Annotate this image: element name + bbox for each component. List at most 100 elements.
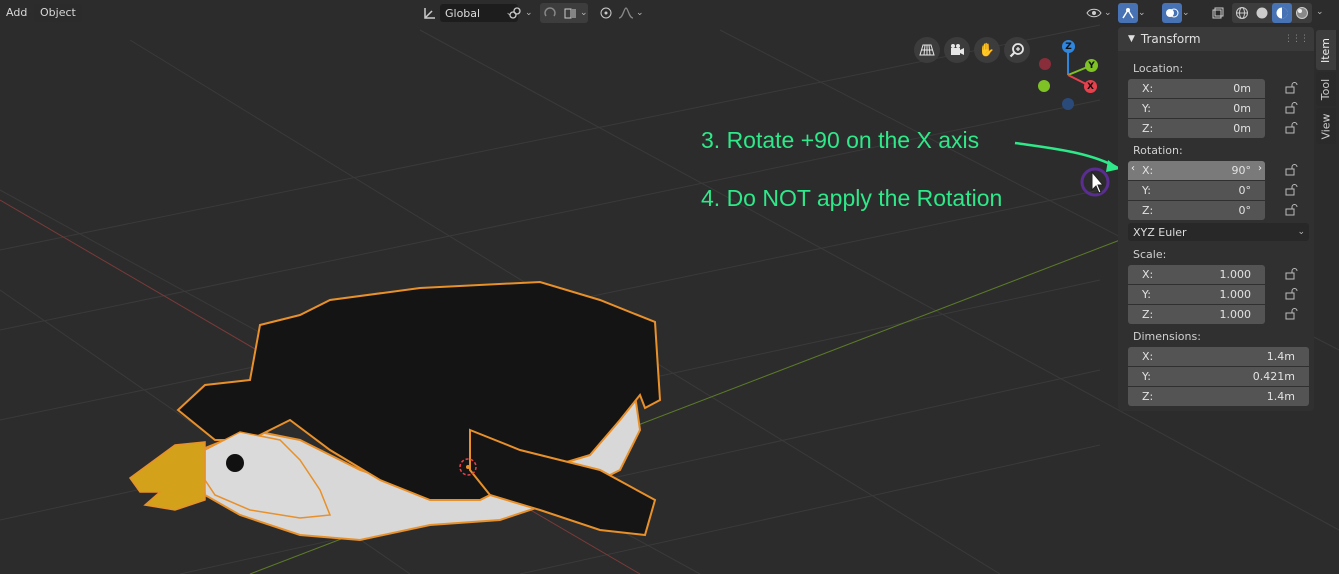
field-label: Y: xyxy=(1142,370,1151,383)
drag-grip-icon[interactable]: ⋮⋮⋮ xyxy=(1284,34,1309,44)
viewport-header: Add Object Global ⌄ ⌄ ⌄ ⌄ ⌄ ⌄ ⌄ ⌄ xyxy=(0,0,1339,26)
rotation-mode-value: XYZ Euler xyxy=(1133,225,1187,239)
field-label: Z: xyxy=(1142,390,1154,403)
camera-icon xyxy=(951,44,964,55)
dimensions-y-field[interactable]: Y: 0.421m xyxy=(1128,367,1309,386)
tab-tool-label: Tool xyxy=(1319,78,1333,100)
decrement-arrow-icon[interactable]: ‹ xyxy=(1131,163,1135,174)
negative-x-ball[interactable] xyxy=(1039,58,1051,70)
location-label: Location: xyxy=(1133,62,1184,75)
lock-icon[interactable] xyxy=(1285,288,1299,300)
tab-tool[interactable]: Tool xyxy=(1316,72,1336,106)
rotation-z-field[interactable]: Z: 0° xyxy=(1128,201,1265,220)
camera-view-button[interactable] xyxy=(944,37,970,63)
orientation-axes-icon xyxy=(420,3,440,23)
field-value: 1.000 xyxy=(1219,288,1252,301)
negative-y-ball[interactable] xyxy=(1038,80,1050,92)
penguin-model[interactable] xyxy=(128,280,662,542)
dimensions-z-field[interactable]: Z: 1.4m xyxy=(1128,387,1309,406)
wireframe-shading-icon[interactable] xyxy=(1232,3,1252,23)
increment-arrow-icon[interactable]: › xyxy=(1258,163,1262,174)
rotation-x-field[interactable]: ‹ X: 90° › xyxy=(1128,161,1265,180)
field-value: 1.4m xyxy=(1266,350,1295,363)
tab-view-label: View xyxy=(1319,112,1333,140)
pan-view-button[interactable]: ✋ xyxy=(974,37,1000,63)
chevron-down-icon: ⌄ xyxy=(1182,8,1190,18)
perspective-toggle-button[interactable] xyxy=(914,37,940,63)
lock-icon[interactable] xyxy=(1285,204,1299,216)
field-label: Y: xyxy=(1142,102,1151,115)
field-value: 0m xyxy=(1233,102,1251,115)
zoom-view-button[interactable] xyxy=(1004,37,1030,63)
xray-toggle[interactable] xyxy=(1208,3,1228,23)
shading-chevron-down-icon[interactable]: ⌄ xyxy=(1316,7,1324,17)
gizmo-toggle[interactable]: ⌄ xyxy=(1118,3,1146,23)
eye-icon xyxy=(1084,3,1104,23)
field-label: Y: xyxy=(1142,184,1151,197)
magnifier-icon xyxy=(1009,43,1024,58)
object-menu[interactable]: Object xyxy=(34,4,82,22)
scale-label: Scale: xyxy=(1133,248,1167,261)
xray-icon xyxy=(1208,3,1228,23)
lock-icon[interactable] xyxy=(1285,122,1299,134)
chevron-down-icon: ⌄ xyxy=(1138,8,1146,18)
snap-toggle-icon[interactable] xyxy=(540,3,560,23)
orientation-value: Global xyxy=(445,6,481,20)
field-value: 1.4m xyxy=(1266,390,1295,403)
lock-icon[interactable] xyxy=(1285,82,1299,94)
chevron-down-icon[interactable]: ⌄ xyxy=(580,8,588,18)
location-x-field[interactable]: X: 0m xyxy=(1128,79,1265,98)
transform-orientation[interactable]: Global ⌄ xyxy=(420,3,518,23)
location-y-field[interactable]: Y: 0m xyxy=(1128,99,1265,118)
grid-icon xyxy=(919,44,935,56)
snap-target-icon[interactable] xyxy=(560,3,580,23)
lock-icon[interactable] xyxy=(1285,308,1299,320)
pivot-point[interactable]: ⌄ xyxy=(505,3,533,23)
visibility-toggle[interactable]: ⌄ xyxy=(1084,3,1112,23)
proportional-editing[interactable]: ⌄ xyxy=(596,3,644,23)
location-z-field[interactable]: Z: 0m xyxy=(1128,119,1265,138)
lock-icon[interactable] xyxy=(1285,164,1299,176)
field-label: X: xyxy=(1142,268,1154,281)
solid-shading-icon[interactable] xyxy=(1252,3,1272,23)
y-axis-ball[interactable]: Y xyxy=(1085,59,1098,72)
field-label: Z: xyxy=(1142,308,1154,321)
rotation-label: Rotation: xyxy=(1133,144,1183,157)
annotation-step-4: 4. Do NOT apply the Rotation xyxy=(701,185,1003,211)
rendered-shading-icon[interactable] xyxy=(1292,3,1312,23)
lock-icon[interactable] xyxy=(1285,268,1299,280)
field-label: Z: xyxy=(1142,122,1154,135)
dimensions-x-field[interactable]: X: 1.4m xyxy=(1128,347,1309,366)
scale-x-field[interactable]: X: 1.000 xyxy=(1128,265,1265,284)
field-value: 1.000 xyxy=(1219,268,1252,281)
tab-view[interactable]: View xyxy=(1316,108,1336,144)
overlays-toggle[interactable]: ⌄ xyxy=(1162,3,1190,23)
negative-z-ball[interactable] xyxy=(1062,98,1074,110)
chevron-down-icon: ⌄ xyxy=(1104,8,1112,18)
collapse-triangle-icon: ▼ xyxy=(1128,34,1135,44)
z-axis-ball[interactable]: Z xyxy=(1062,40,1075,53)
field-label: Y: xyxy=(1142,288,1151,301)
lock-icon[interactable] xyxy=(1285,184,1299,196)
field-value: 0m xyxy=(1233,82,1251,95)
chevron-down-icon: ⌄ xyxy=(1297,227,1305,237)
tab-item[interactable]: Item xyxy=(1316,30,1336,70)
gizmo-icon xyxy=(1118,3,1138,23)
field-value: 0° xyxy=(1238,184,1252,197)
chevron-down-icon: ⌄ xyxy=(525,8,533,18)
scale-y-field[interactable]: Y: 1.000 xyxy=(1128,285,1265,304)
annotation-arrow xyxy=(1014,141,1119,170)
add-menu[interactable]: Add xyxy=(0,4,33,22)
scale-z-field[interactable]: Z: 1.000 xyxy=(1128,305,1265,324)
field-label: X: xyxy=(1142,164,1154,177)
rotation-y-field[interactable]: Y: 0° xyxy=(1128,181,1265,200)
x-axis-ball[interactable]: X xyxy=(1084,80,1097,93)
rotation-mode-select[interactable]: XYZ Euler ⌄ xyxy=(1128,223,1309,241)
field-label: X: xyxy=(1142,350,1154,363)
field-label: X: xyxy=(1142,82,1154,95)
pivot-icon xyxy=(505,3,525,23)
lock-icon[interactable] xyxy=(1285,102,1299,114)
transform-panel-header[interactable]: ▼ Transform ⋮⋮⋮ xyxy=(1118,27,1314,51)
field-value: 1.000 xyxy=(1219,308,1252,321)
material-preview-icon[interactable] xyxy=(1272,3,1292,23)
